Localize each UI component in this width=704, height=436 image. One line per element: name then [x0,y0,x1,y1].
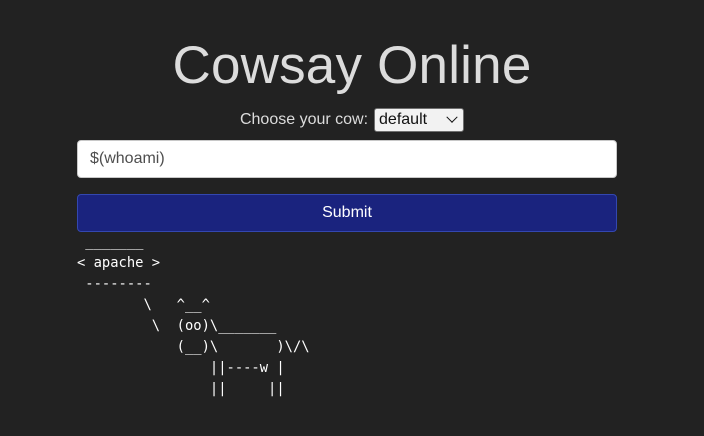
submit-button-label: Submit [322,204,372,221]
submit-button[interactable]: Submit [77,194,617,232]
cow-select-value: default [379,111,428,128]
cowsay-output: _______ < apache > -------- \ ^__^ \ (oo… [77,234,310,397]
page-title: Cowsay Online [172,36,532,95]
cow-select-dropdown[interactable]: default [374,108,465,132]
cow-select-label: Choose your cow: [239,111,369,128]
cow-select-row: Choose your cow: default [0,108,704,132]
chevron-down-icon [446,111,458,123]
message-input-value: $(whoami) [90,150,165,167]
message-input[interactable]: $(whoami) [77,140,617,178]
cowsay-page: Cowsay Online Choose your cow: default $… [0,0,704,436]
